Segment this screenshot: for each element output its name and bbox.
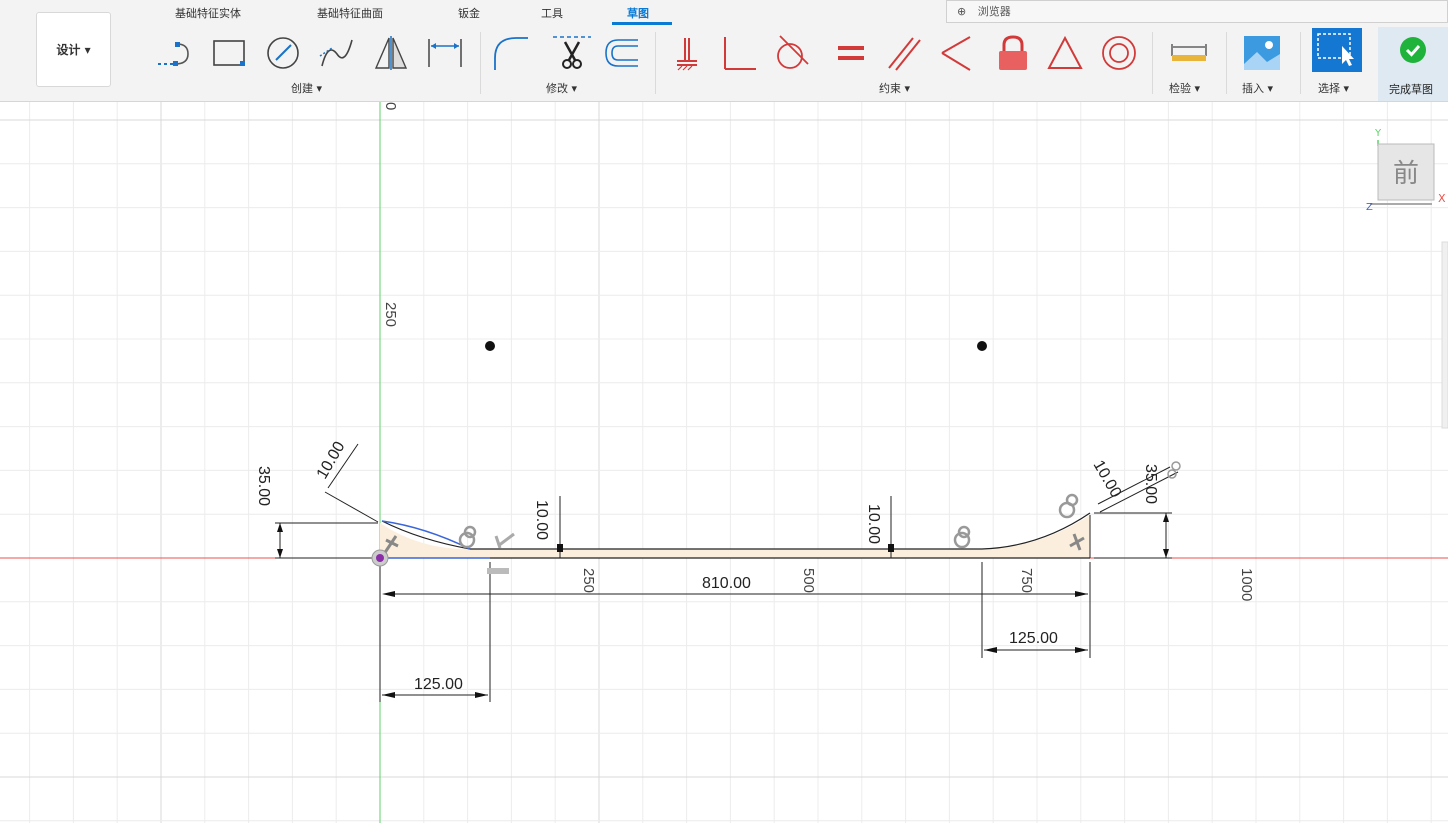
tab-solid[interactable]: 基础特征实体 xyxy=(175,5,241,21)
dimension-mid-left-thickness[interactable]: 10.00 xyxy=(533,500,550,540)
dimension-right-height[interactable]: 35.00 xyxy=(1142,464,1159,504)
tab-sketch[interactable]: 草图 xyxy=(627,5,649,21)
tab-tools[interactable]: 工具 xyxy=(541,5,563,21)
coincident-icon[interactable] xyxy=(938,34,976,72)
sketch-grid xyxy=(0,102,1448,823)
sketch-canvas[interactable]: 0 250 250 500 750 1000 35.00 10.00 10.00… xyxy=(0,102,1448,823)
insert-group-label[interactable]: 插入 ▾ xyxy=(1242,80,1273,96)
dimension-total-length[interactable]: 810.00 xyxy=(702,575,751,592)
constraints-group-label[interactable]: 约束 ▾ xyxy=(879,80,910,96)
select-icon[interactable] xyxy=(1312,28,1362,72)
spline-icon[interactable] xyxy=(318,34,356,72)
viewcube-z-label: Z xyxy=(1366,202,1373,212)
dimension-line xyxy=(324,491,379,523)
origin-center[interactable] xyxy=(376,554,384,562)
dimension-right-thickness[interactable]: 10.00 xyxy=(1090,458,1125,501)
tangent-icon[interactable] xyxy=(772,34,810,72)
sketch-point[interactable] xyxy=(485,341,495,351)
design-workspace-button[interactable]: 设计 ▾ xyxy=(36,12,111,87)
dimension-left-height[interactable]: 35.00 xyxy=(255,466,272,506)
horizontal-constraint-glyph[interactable] xyxy=(487,568,509,574)
axis-label-x250: 250 xyxy=(580,568,597,593)
rectangle-icon[interactable] xyxy=(210,34,248,72)
offset-icon[interactable] xyxy=(600,34,638,72)
axis-label-x750: 750 xyxy=(1018,568,1035,593)
perpendicular-icon[interactable] xyxy=(720,34,758,72)
fix-icon[interactable] xyxy=(672,34,710,72)
check-icon xyxy=(1400,37,1426,63)
tab-sheet-metal[interactable]: 钣金 xyxy=(458,5,480,21)
inspect-group-label[interactable]: 检验 ▾ xyxy=(1169,80,1200,96)
group-divider xyxy=(1226,32,1227,94)
finish-sketch-label: 完成草图 xyxy=(1389,83,1433,96)
concentric-icon[interactable] xyxy=(1100,34,1138,72)
modify-group-label[interactable]: 修改 ▾ xyxy=(546,80,577,96)
insert-image-icon[interactable] xyxy=(1243,34,1281,72)
sketch-point[interactable] xyxy=(977,341,987,351)
tangent-constraint-glyph[interactable] xyxy=(953,525,971,549)
dimension-mid-right-thickness[interactable]: 10.00 xyxy=(865,504,882,544)
measure-icon[interactable] xyxy=(1170,34,1208,72)
dimension-icon[interactable] xyxy=(426,34,464,72)
dimension-right-length[interactable]: 125.00 xyxy=(1009,630,1058,647)
viewcube-y-label: Y xyxy=(1374,128,1382,139)
mirror-icon[interactable] xyxy=(372,34,410,72)
lock-icon[interactable] xyxy=(994,34,1032,72)
group-divider xyxy=(480,32,481,94)
group-divider xyxy=(1300,32,1301,94)
axis-label-x1000: 1000 xyxy=(1238,568,1255,601)
fillet-icon[interactable] xyxy=(492,34,530,72)
axis-label-x500: 500 xyxy=(800,568,817,593)
active-tab-indicator xyxy=(612,22,672,25)
select-group-label[interactable]: 选择 ▾ xyxy=(1318,80,1349,96)
dimension-left-thickness[interactable]: 10.00 xyxy=(314,439,349,482)
axis-label-y250: 250 xyxy=(382,302,399,327)
sketch-toolbar: 基础特征实体 基础特征曲面 钣金 工具 草图 ⊕ 浏览器 设计 ▾ 创建 ▾ 修… xyxy=(0,0,1448,102)
axis-label-y0: 0 xyxy=(382,102,399,110)
trim-icon[interactable] xyxy=(553,34,591,72)
viewcube[interactable]: Y 前 X Z xyxy=(1366,126,1448,213)
finish-sketch-panel[interactable]: 完成草图 xyxy=(1378,27,1448,101)
add-icon: ⊕ xyxy=(957,5,967,18)
create-group-label[interactable]: 创建 ▾ xyxy=(291,80,322,96)
profile-region[interactable] xyxy=(380,515,1090,558)
group-divider xyxy=(655,32,656,94)
tab-surface[interactable]: 基础特征曲面 xyxy=(317,5,383,21)
dimension-left-length[interactable]: 125.00 xyxy=(414,676,463,693)
viewcube-face-label: 前 xyxy=(1393,159,1419,189)
browser-panel-bar[interactable]: ⊕ 浏览器 xyxy=(946,0,1448,23)
scrollbar[interactable] xyxy=(1441,241,1448,429)
group-divider xyxy=(1152,32,1153,94)
circle-icon[interactable] xyxy=(264,34,302,72)
browser-label: 浏览器 xyxy=(977,5,1011,18)
viewcube-x-label: X xyxy=(1438,192,1446,205)
equal-icon[interactable] xyxy=(832,34,870,72)
parallel-icon[interactable] xyxy=(885,34,923,72)
line-icon[interactable] xyxy=(155,34,193,72)
top-profile-line[interactable] xyxy=(381,512,1091,550)
triangle-icon[interactable] xyxy=(1046,34,1084,72)
